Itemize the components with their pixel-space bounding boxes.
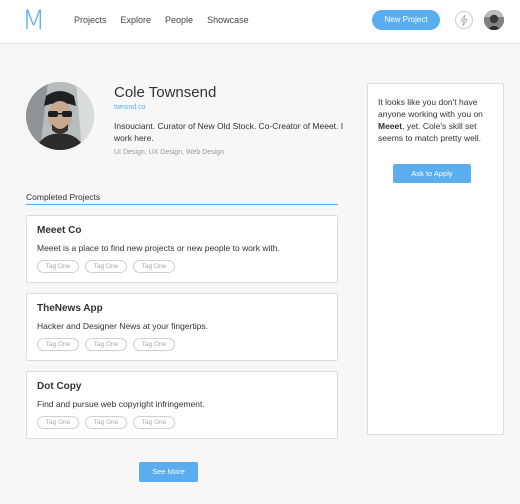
nav-projects[interactable]: Projects [74, 15, 107, 25]
project-card[interactable]: Meeet Co Meeet is a place to find new pr… [26, 215, 338, 283]
project-tags: Tag One Tag One Tag One [37, 416, 181, 429]
project-title[interactable]: Meeet Co [37, 225, 81, 236]
see-more-button[interactable]: See More [139, 462, 198, 482]
project-description: Hacker and Designer News at your fingert… [37, 321, 209, 331]
section-divider [26, 204, 338, 205]
project-tags: Tag One Tag One Tag One [37, 338, 181, 351]
tag-pill[interactable]: Tag One [37, 338, 79, 351]
completed-projects-heading: Completed Projects [26, 192, 101, 202]
tag-pill[interactable]: Tag One [37, 416, 79, 429]
user-avatar[interactable] [484, 10, 504, 30]
nav-people[interactable]: People [165, 15, 193, 25]
profile-name: Cole Townsend [114, 84, 217, 101]
project-tags: Tag One Tag One Tag One [37, 260, 181, 273]
bolt-icon [460, 14, 468, 26]
tag-pill[interactable]: Tag One [37, 260, 79, 273]
profile-website-link[interactable]: twnsnd.co [114, 104, 146, 111]
avatar-photo [484, 10, 504, 30]
tag-pill[interactable]: Tag One [133, 260, 175, 273]
match-text-start: It looks like you don't have anyone work… [378, 97, 483, 119]
nav-showcase[interactable]: Showcase [207, 15, 249, 25]
match-panel: It looks like you don't have anyone work… [367, 83, 504, 435]
project-description: Find and pursue web copyright infringeme… [37, 399, 205, 409]
match-message: It looks like you don't have anyone work… [378, 96, 498, 144]
project-title[interactable]: TheNews App [37, 303, 103, 314]
tag-pill[interactable]: Tag One [133, 338, 175, 351]
tag-pill[interactable]: Tag One [85, 416, 127, 429]
main-nav: Projects Explore People Showcase [74, 15, 263, 25]
profile-skills: UI Design, UX Design, Web Design [114, 149, 224, 156]
tag-pill[interactable]: Tag One [85, 338, 127, 351]
project-description: Meeet is a place to find new projects or… [37, 243, 280, 253]
match-project-name: Meeet [378, 121, 403, 131]
new-project-button[interactable]: New Project [372, 10, 440, 30]
project-card[interactable]: Dot Copy Find and pursue web copyright i… [26, 371, 338, 439]
profile-photo [26, 82, 94, 150]
project-title[interactable]: Dot Copy [37, 381, 81, 392]
tag-pill[interactable]: Tag One [85, 260, 127, 273]
top-header: M Projects Explore People Showcase New P… [0, 0, 520, 44]
ask-to-apply-button[interactable]: Ask to Apply [393, 164, 471, 183]
meeet-logo[interactable]: M [22, 4, 45, 38]
tag-pill[interactable]: Tag One [133, 416, 175, 429]
activity-button[interactable] [455, 11, 473, 29]
nav-explore[interactable]: Explore [121, 15, 152, 25]
project-card[interactable]: TheNews App Hacker and Designer News at … [26, 293, 338, 361]
profile-bio: Insouciant. Curator of New Old Stock. Co… [114, 121, 344, 143]
profile-image [26, 82, 94, 150]
